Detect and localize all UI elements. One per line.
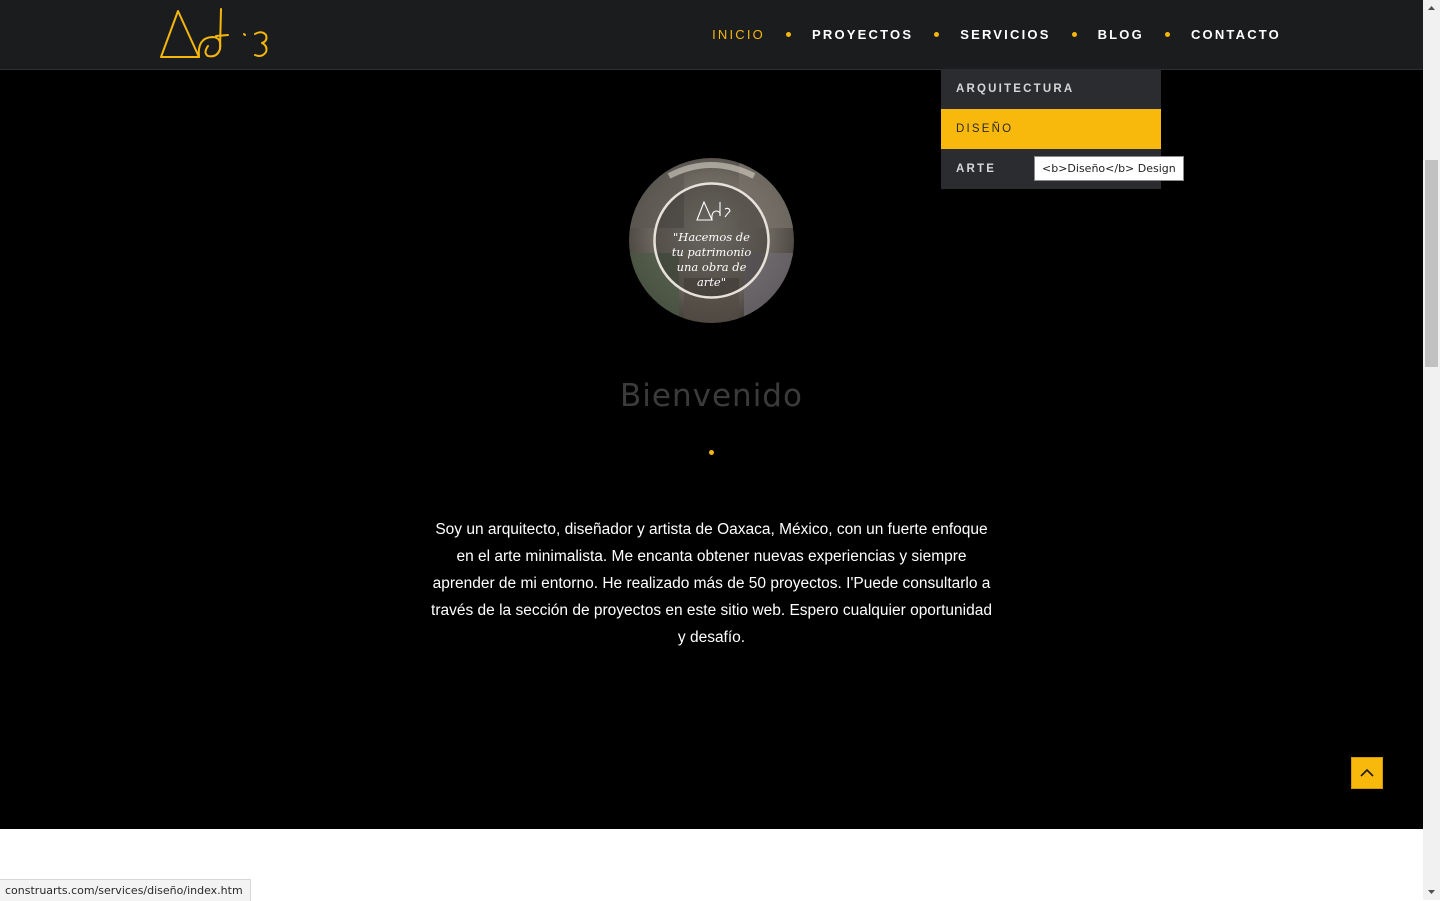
main-nav: INICIO PROYECTOS SERVICIOS BLOG CONTACTO — [712, 0, 1281, 69]
nav-item-inicio[interactable]: INICIO — [712, 27, 765, 42]
nav-item-blog[interactable]: BLOG — [1098, 27, 1144, 42]
brand-logo[interactable] — [158, 8, 273, 62]
page-scrollbar[interactable] — [1423, 0, 1440, 900]
dropdown-item-diseno[interactable]: DISEÑO — [941, 109, 1161, 149]
scrollbar-thumb[interactable] — [1425, 160, 1438, 367]
intro-paragraph: Soy un arquitecto, diseñador y artista d… — [431, 521, 992, 646]
nav-separator-dot — [1071, 32, 1077, 37]
nav-item-contacto[interactable]: CONTACTO — [1191, 27, 1281, 42]
page: INICIO PROYECTOS SERVICIOS BLOG CONTACTO — [0, 0, 1423, 900]
scroll-to-top-button[interactable] — [1351, 757, 1383, 789]
dropdown-item-arquitectura[interactable]: ARQUITECTURA — [941, 69, 1161, 109]
chevron-up-icon — [1360, 768, 1374, 777]
triangle-up-icon[interactable] — [1423, 0, 1440, 17]
nav-separator-dot — [934, 32, 940, 37]
nav-item-servicios[interactable]: SERVICIOS — [960, 27, 1050, 42]
heading-accent-dot — [709, 450, 714, 455]
avatar-quote: "Hacemos de tu patrimonio una obra de ar… — [671, 230, 752, 289]
nav-item-proyectos[interactable]: PROYECTOS — [812, 27, 913, 42]
profile-avatar: "Hacemos de tu patrimonio una obra de ar… — [629, 158, 794, 323]
triangle-down-icon[interactable] — [1423, 883, 1440, 900]
welcome-heading: Bienvenido — [620, 378, 803, 414]
site-header: INICIO PROYECTOS SERVICIOS BLOG CONTACTO — [0, 0, 1423, 70]
browser-status-bar: construarts.com/services/diseño/index.ht… — [0, 879, 251, 901]
nav-separator-dot — [786, 32, 791, 37]
hover-tooltip: <b>Diseño</b> Design — [1034, 156, 1184, 181]
nav-separator-dot — [1164, 32, 1170, 37]
